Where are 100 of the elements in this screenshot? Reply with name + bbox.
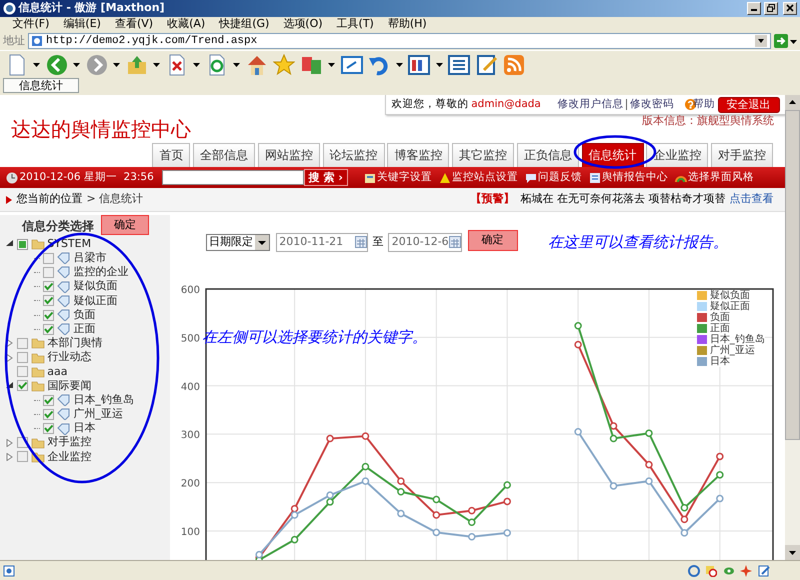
nav-tab[interactable]: 网站监控: [258, 143, 320, 167]
checkbox[interactable]: [16, 338, 28, 349]
tools-icon[interactable]: [408, 54, 430, 76]
menu-item[interactable]: 编辑(E): [56, 16, 108, 33]
tree-item-label[interactable]: 疑似负面: [73, 278, 118, 295]
checkbox[interactable]: [16, 238, 28, 250]
nav-tab[interactable]: 信息统计: [582, 143, 644, 167]
checkbox[interactable]: [42, 408, 54, 420]
checkbox[interactable]: [42, 252, 54, 264]
scroll-down-icon[interactable]: [785, 545, 800, 560]
nav-tab[interactable]: 博客监控: [387, 143, 450, 167]
username-link[interactable]: admin@dada: [471, 96, 541, 112]
checkbox[interactable]: [16, 366, 28, 378]
folder-up-icon[interactable]: [126, 54, 148, 76]
checkbox[interactable]: [42, 266, 54, 278]
caret-icon[interactable]: [233, 61, 240, 68]
go-icon[interactable]: [774, 34, 788, 48]
checkbox[interactable]: [16, 451, 28, 462]
address-field[interactable]: http://demo2.yqjk.com/Trend.aspx: [28, 33, 771, 49]
caret-icon[interactable]: [73, 61, 80, 68]
menu-item[interactable]: 查看(V): [108, 16, 160, 33]
checkbox[interactable]: [42, 295, 54, 306]
account-link[interactable]: 修改密码: [630, 96, 674, 112]
nav-tab[interactable]: 首页: [152, 143, 190, 167]
nav-tab[interactable]: 论坛监控: [322, 143, 384, 167]
toolbar-link[interactable]: 监控站点设置: [452, 170, 518, 186]
list-icon[interactable]: [448, 54, 470, 76]
caret-icon[interactable]: [113, 61, 120, 68]
expand-toggle-icon[interactable]: [6, 438, 14, 447]
caret-icon[interactable]: [436, 61, 442, 68]
expand-toggle-icon[interactable]: [6, 339, 14, 348]
sparkle-icon[interactable]: [740, 564, 752, 576]
expand-toggle-icon[interactable]: [6, 354, 14, 362]
caret-icon[interactable]: [153, 61, 160, 68]
tree-item-label[interactable]: 本部门舆情: [47, 335, 102, 352]
caret-icon[interactable]: [328, 61, 335, 68]
nav-tab[interactable]: 全部信息: [193, 143, 255, 167]
calendar-icon[interactable]: [449, 236, 461, 248]
nav-tab[interactable]: 对手监控: [711, 143, 773, 167]
account-link[interactable]: 修改用户信息: [558, 96, 624, 112]
home-icon[interactable]: [246, 54, 268, 76]
menu-item[interactable]: 快捷组(G): [212, 16, 276, 33]
confirm-button[interactable]: 确定: [468, 230, 518, 250]
toolbar-link[interactable]: 关键字设置: [376, 170, 432, 186]
tree-item-label[interactable]: 日本: [73, 420, 96, 437]
block-icon[interactable]: [705, 564, 718, 576]
checkbox[interactable]: [42, 423, 54, 434]
tree-item-label[interactable]: 企业监控: [47, 448, 92, 466]
tree-item-label[interactable]: 对手监控: [47, 434, 92, 451]
checkbox[interactable]: [42, 281, 54, 292]
star-icon[interactable]: [273, 54, 295, 76]
close-button[interactable]: [783, 2, 798, 15]
confirm-button[interactable]: 确定: [101, 215, 149, 235]
tree-item-label[interactable]: 行业动态: [47, 349, 92, 366]
window-icon[interactable]: [340, 54, 362, 76]
search-field[interactable]: [162, 170, 304, 185]
scrollbar-thumb[interactable]: [785, 110, 800, 440]
tree-item-label[interactable]: 监控的企业: [73, 264, 128, 281]
tree-item-label[interactable]: 负面: [73, 306, 96, 324]
menu-item[interactable]: 帮助(H): [380, 16, 434, 33]
menu-item[interactable]: 文件(F): [6, 16, 56, 33]
caret-icon[interactable]: [193, 61, 200, 68]
minimize-button[interactable]: [747, 2, 761, 15]
edit-icon[interactable]: [476, 54, 498, 76]
menu-item[interactable]: 选项(O): [276, 16, 330, 33]
eye-icon[interactable]: [722, 564, 735, 576]
scrollbar[interactable]: [785, 95, 800, 560]
tree-item-label[interactable]: 日本_钓鱼岛: [73, 392, 134, 408]
tree-item-label[interactable]: 正面: [73, 320, 96, 338]
checkbox[interactable]: [42, 324, 54, 335]
scroll-up-icon[interactable]: [785, 95, 800, 110]
alert-link[interactable]: 点击查看: [730, 191, 774, 208]
browser-tab[interactable]: 信息统计: [2, 78, 79, 93]
menu-item[interactable]: 工具(T): [330, 16, 381, 33]
tree-item-label[interactable]: aaa: [47, 364, 68, 380]
edit-icon[interactable]: [758, 564, 770, 576]
nav-tab[interactable]: 其它监控: [452, 143, 514, 167]
checkbox[interactable]: [16, 352, 28, 364]
start-date-field[interactable]: 2010-11-21: [276, 232, 368, 252]
caret-icon[interactable]: [396, 61, 402, 68]
tree-item-label[interactable]: 疑似正面: [73, 292, 118, 310]
checkbox[interactable]: [42, 310, 54, 321]
forward-icon[interactable]: [86, 54, 108, 76]
nav-tab[interactable]: 正负信息: [516, 143, 579, 167]
end-date-field[interactable]: 2010-12-6: [388, 232, 462, 252]
caret-icon[interactable]: [790, 38, 798, 44]
rss-icon[interactable]: [503, 54, 525, 76]
tree-item-label[interactable]: 广州_亚运: [73, 406, 123, 423]
collapse-toggle-icon[interactable]: [6, 240, 14, 248]
toolbar-link[interactable]: 舆情报告中心: [602, 170, 668, 186]
calendar-icon[interactable]: [354, 236, 366, 248]
expand-toggle-icon[interactable]: [6, 452, 14, 461]
toolbar-link[interactable]: 问题反馈: [538, 170, 582, 186]
back-icon[interactable]: [46, 54, 68, 76]
search-button[interactable]: 搜 索 ›: [304, 169, 348, 186]
date-mode-select[interactable]: 日期限定: [206, 234, 270, 250]
toolbar-link[interactable]: 选择界面风格: [688, 170, 754, 186]
logout-button[interactable]: 安全退出: [718, 96, 780, 112]
menu-item[interactable]: 收藏(A): [160, 16, 212, 33]
collapse-toggle-icon[interactable]: [6, 382, 14, 390]
